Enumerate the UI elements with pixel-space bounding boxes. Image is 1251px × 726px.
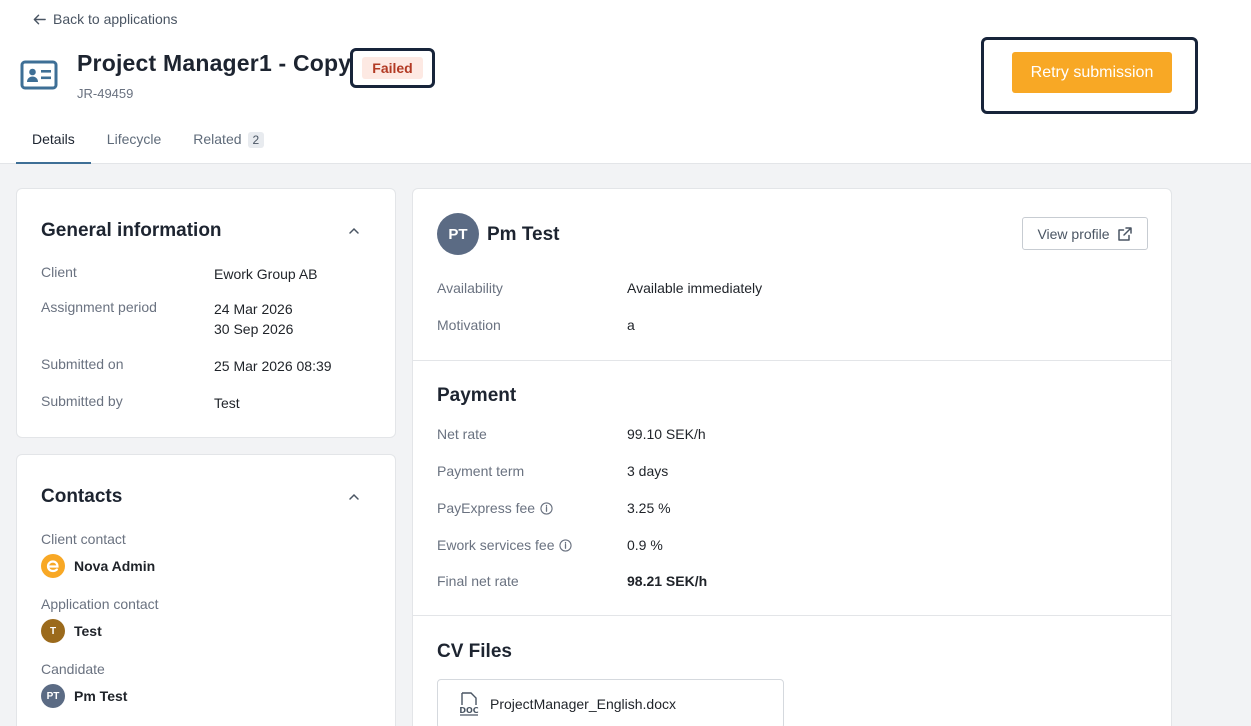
- field-label: Submitted by: [41, 393, 123, 409]
- client-contact-person[interactable]: Nova Admin: [41, 554, 155, 578]
- view-profile-label: View profile: [1037, 225, 1110, 242]
- field-label: Payment term: [437, 463, 525, 479]
- payment-title: Payment: [437, 385, 517, 406]
- field-value: a: [627, 317, 635, 333]
- info-icon[interactable]: [559, 538, 573, 552]
- field-value: Ework Group AB: [214, 266, 318, 282]
- arrow-left-icon: [33, 14, 46, 24]
- divider: [413, 615, 1171, 616]
- application-contact-label: Application contact: [41, 596, 159, 612]
- tab-label: Lifecycle: [106, 131, 162, 147]
- submitted-on-row: Submitted on 25 Mar 2026 08:39: [41, 356, 332, 376]
- status-badge: Failed: [362, 57, 423, 79]
- tab-label: Details: [32, 131, 75, 147]
- avatar: PT: [437, 213, 479, 255]
- field-label: Submitted on: [41, 356, 124, 372]
- tab-details[interactable]: Details: [16, 118, 91, 164]
- page-header: Back to applications Project Manager1 - …: [0, 0, 1251, 164]
- job-reference: JR-49459: [77, 86, 134, 101]
- divider: [413, 360, 1171, 361]
- client-contact-label: Client contact: [41, 531, 126, 547]
- application-contact-person[interactable]: T Test: [41, 619, 102, 643]
- page-title: Project Manager1 - Copy: [77, 50, 352, 76]
- candidate-name: Pm Test: [487, 224, 560, 245]
- doc-file-icon: DOC: [459, 692, 479, 716]
- field-value: Test: [214, 395, 240, 411]
- cv-file-item[interactable]: DOC ProjectManager_English.docx: [437, 679, 784, 726]
- field-label: Net rate: [437, 426, 487, 442]
- field-value: 98.21 SEK/h: [627, 573, 708, 589]
- back-link[interactable]: Back to applications: [32, 11, 178, 27]
- field-label: Availability: [437, 280, 503, 296]
- tab-bar: Details Lifecycle Related 2: [16, 118, 280, 164]
- field-label: Assignment period: [41, 299, 157, 315]
- id-card-icon: [20, 60, 58, 90]
- availability-row: Availability Available immediately: [437, 280, 762, 296]
- candidate-person[interactable]: PT Pm Test: [41, 684, 127, 708]
- field-label: PayExpress fee: [437, 500, 536, 516]
- status-highlight: Failed: [350, 48, 435, 88]
- contact-name: Test: [74, 623, 102, 639]
- payment-term-row: Payment term 3 days: [437, 463, 668, 479]
- contact-name: Nova Admin: [74, 558, 156, 574]
- assignment-period-row: Assignment period 24 Mar 2026 30 Sep 202…: [41, 299, 293, 339]
- tab-label: Related: [193, 131, 242, 147]
- avatar: T: [41, 619, 65, 643]
- view-profile-button[interactable]: View profile: [1022, 217, 1148, 250]
- client-row: Client Ework Group AB: [41, 264, 318, 284]
- field-value: Available immediately: [627, 280, 763, 296]
- cv-files-title: CV Files: [437, 641, 512, 662]
- tab-related[interactable]: Related 2: [177, 118, 280, 164]
- contacts-title: Contacts: [41, 486, 123, 507]
- field-label: Motivation: [437, 317, 501, 333]
- contact-name: Pm Test: [74, 688, 128, 704]
- contacts-card: Contacts Client contact Nova Admin Appli…: [16, 454, 396, 726]
- motivation-row: Motivation a: [437, 317, 635, 333]
- field-value: 25 Mar 2026 08:39: [214, 358, 332, 374]
- external-link-icon: [1117, 226, 1132, 241]
- field-value: 0.9 %: [627, 537, 663, 553]
- field-label: Ework services fee: [437, 537, 555, 553]
- retry-highlight: Retry submission: [981, 37, 1198, 114]
- tab-lifecycle[interactable]: Lifecycle: [91, 118, 177, 164]
- payexpress-fee-row: PayExpress fee 3.25 %: [437, 500, 671, 516]
- svg-text:DOC: DOC: [459, 706, 478, 715]
- retry-submission-button[interactable]: Retry submission: [1012, 52, 1172, 93]
- net-rate-row: Net rate 99.10 SEK/h: [437, 426, 706, 442]
- final-net-rate-row: Final net rate 98.21 SEK/h: [437, 573, 707, 589]
- field-value: 99.10 SEK/h: [627, 426, 706, 442]
- period-start: 24 Mar 2026: [214, 301, 293, 317]
- submitted-by-row: Submitted by Test: [41, 393, 240, 413]
- general-information-card: General information Client Ework Group A…: [16, 188, 396, 438]
- ework-logo-icon: [41, 554, 65, 578]
- candidate-details-card: PT Pm Test View profile Availability Ava…: [412, 188, 1172, 726]
- field-value: 3 days: [627, 463, 669, 479]
- cv-file-name: ProjectManager_English.docx: [490, 696, 676, 712]
- ework-services-fee-row: Ework services fee 0.9 %: [437, 537, 663, 553]
- chevron-up-icon[interactable]: [347, 224, 361, 238]
- field-value: 3.25 %: [627, 500, 671, 516]
- chevron-up-icon[interactable]: [347, 490, 361, 504]
- info-icon[interactable]: [540, 501, 553, 515]
- related-count-badge: 2: [247, 132, 265, 148]
- candidate-label: Candidate: [41, 661, 105, 677]
- field-label: Client: [41, 264, 77, 280]
- general-information-title: General information: [41, 220, 222, 241]
- period-end: 30 Sep 2026: [214, 321, 294, 337]
- field-label: Final net rate: [437, 573, 519, 589]
- back-link-label: Back to applications: [53, 11, 178, 27]
- avatar: PT: [41, 684, 65, 708]
